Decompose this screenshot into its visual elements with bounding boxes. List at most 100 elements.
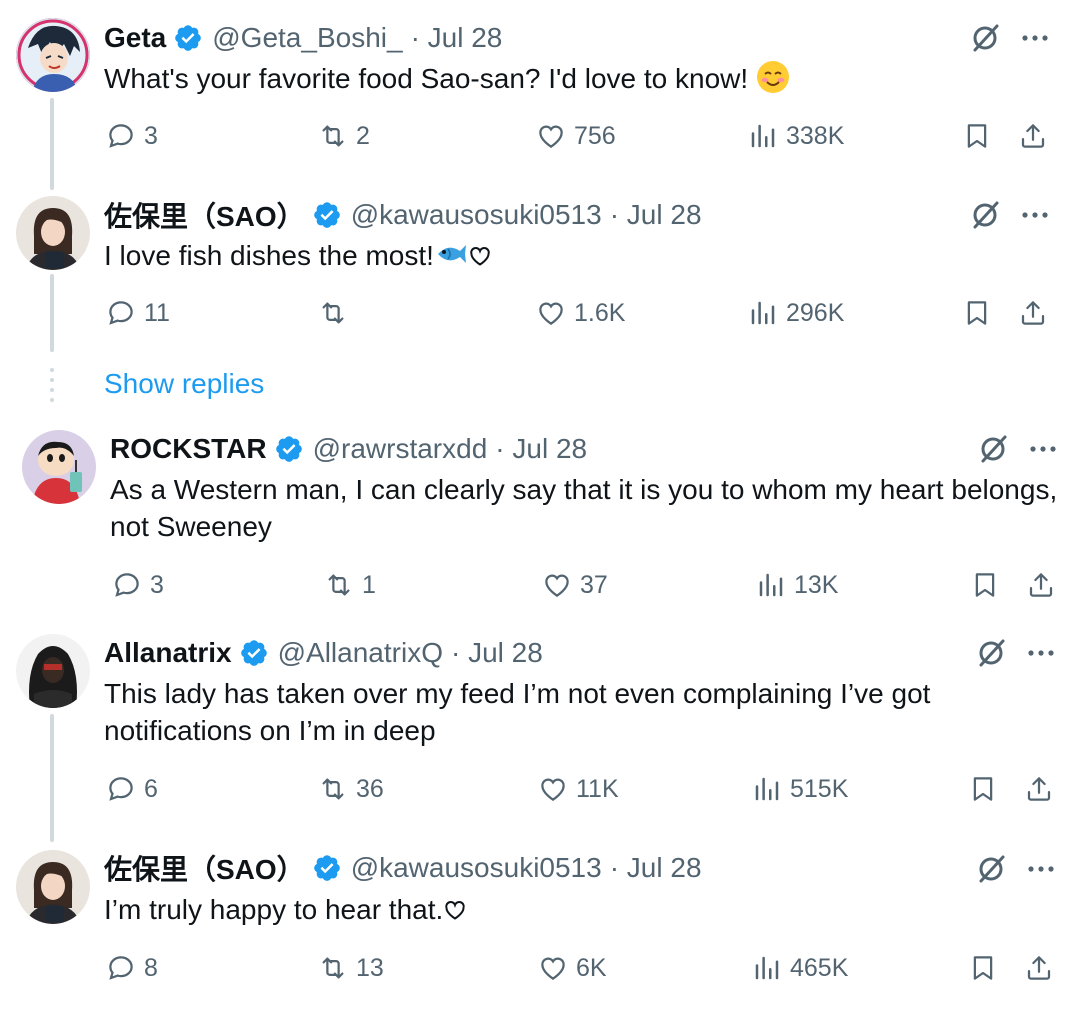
reply-icon (109, 777, 133, 801)
repost-button[interactable]: 13 (318, 951, 384, 985)
repost-button[interactable]: 1 (324, 568, 376, 602)
views-button[interactable]: 465K (752, 951, 848, 985)
tweet-text: What's your favorite food Sao-san? I'd l… (104, 60, 790, 97)
avatar[interactable] (16, 196, 90, 270)
handle[interactable]: @rawrstarxdd (313, 433, 488, 465)
display-name[interactable]: ROCKSTAR (110, 433, 267, 465)
avatar-image (16, 18, 90, 92)
view-count: 13K (794, 570, 839, 599)
like-button[interactable]: 11K (538, 772, 619, 806)
timestamp[interactable]: · Jul 28 (610, 852, 702, 884)
timestamp[interactable]: · Jul 28 (610, 199, 702, 231)
views-button[interactable]: 515K (752, 772, 848, 806)
share-icon[interactable] (1024, 774, 1054, 804)
display-name[interactable]: 佐保里（SAO） (104, 848, 305, 888)
reply-button[interactable]: 6 (106, 772, 158, 806)
display-name[interactable]: Allanatrix (104, 637, 232, 669)
avatar-image (16, 850, 90, 924)
reply-count: 11 (144, 298, 170, 327)
bookmark-icon[interactable] (970, 570, 1000, 600)
tweet-text: As a Western man, I can clearly say that… (110, 471, 1070, 545)
share-icon[interactable] (1026, 570, 1056, 600)
share-icon[interactable] (1024, 953, 1054, 983)
bookmark-icon[interactable] (968, 953, 998, 983)
verified-badge-icon (240, 640, 267, 666)
more-options-icon[interactable] (1024, 636, 1058, 670)
more-options-icon[interactable] (1026, 432, 1060, 466)
heart-outline-icon (470, 247, 490, 266)
avatar[interactable] (16, 634, 90, 708)
tweet-text-line: notifications on I’m in deep (104, 715, 436, 746)
avatar[interactable] (16, 850, 90, 924)
more-options-icon[interactable] (1024, 852, 1058, 886)
smiling-face-emoji (756, 61, 789, 93)
bookmark-icon[interactable] (968, 774, 998, 804)
verified-badge-icon (275, 436, 302, 462)
like-count: 1.6K (574, 298, 626, 327)
display-name[interactable]: 佐保里（SAO） (104, 195, 305, 235)
display-name[interactable]: Geta (104, 22, 166, 54)
like-button[interactable]: 1.6K (536, 296, 625, 330)
timestamp[interactable]: · Jul 28 (411, 22, 503, 54)
views-button[interactable]: 338K (748, 119, 844, 153)
repost-button[interactable]: 36 (318, 772, 384, 806)
avatar[interactable] (16, 18, 90, 92)
like-button[interactable]: 756 (536, 119, 616, 153)
avatar[interactable] (22, 430, 96, 504)
like-button[interactable]: 37 (542, 568, 608, 602)
timestamp[interactable]: · Jul 28 (451, 637, 543, 669)
grok-icon[interactable] (974, 852, 1008, 886)
reply-button[interactable]: 3 (112, 568, 164, 602)
bookmark-icon[interactable] (962, 298, 992, 328)
thread-line (50, 714, 54, 842)
repost-icon (322, 957, 344, 979)
like-count: 37 (580, 570, 608, 599)
views-icon (751, 124, 775, 148)
views-button[interactable]: 13K (756, 568, 838, 602)
like-count: 11K (576, 774, 619, 803)
repost-count: 2 (356, 121, 370, 150)
fish-emoji (437, 245, 466, 263)
heart-icon (539, 125, 563, 148)
bookmark-icon[interactable] (962, 121, 992, 151)
repost-count: 13 (356, 953, 384, 982)
repost-icon (322, 778, 344, 800)
reply-icon (109, 301, 133, 325)
grok-icon[interactable] (968, 198, 1002, 232)
verified-badge-icon (313, 202, 340, 228)
reply-button[interactable]: 3 (106, 119, 158, 153)
handle[interactable]: @Geta_Boshi_ (212, 22, 402, 54)
reply-icon (109, 956, 133, 980)
like-button[interactable]: 6K (538, 951, 607, 985)
view-count: 515K (790, 774, 849, 803)
avatar-image (16, 634, 90, 708)
reply-icon (109, 124, 133, 148)
more-options-icon[interactable] (1018, 21, 1052, 55)
tweet-text-content: What's your favorite food Sao-san? I'd l… (104, 63, 749, 94)
repost-button[interactable] (318, 296, 356, 330)
grok-icon[interactable] (974, 636, 1008, 670)
tweet-text-line: As a Western man, I can clearly say that… (110, 474, 1058, 505)
view-count: 338K (786, 121, 845, 150)
tweet-text: I love fish dishes the most! (104, 237, 492, 274)
handle[interactable]: @AllanatrixQ (278, 637, 443, 669)
reply-button[interactable]: 8 (106, 951, 158, 985)
share-icon[interactable] (1018, 121, 1048, 151)
more-options-icon[interactable] (1018, 198, 1052, 232)
share-icon[interactable] (1018, 298, 1048, 328)
handle[interactable]: @kawausosuki0513 (351, 852, 602, 884)
show-replies-link[interactable]: Show replies (104, 368, 264, 400)
reply-button[interactable]: 11 (106, 296, 170, 330)
view-count: 465K (790, 953, 849, 982)
like-count: 756 (574, 121, 616, 150)
grok-icon[interactable] (968, 21, 1002, 55)
thread-gap-dots (50, 368, 54, 404)
timestamp[interactable]: · Jul 28 (495, 433, 587, 465)
repost-button[interactable]: 2 (318, 119, 370, 153)
handle[interactable]: @kawausosuki0513 (351, 199, 602, 231)
thread-line (50, 98, 54, 190)
tweet-text-line: not Sweeney (110, 511, 272, 542)
grok-icon[interactable] (976, 432, 1010, 466)
views-button[interactable]: 296K (748, 296, 844, 330)
reply-count: 3 (150, 570, 164, 599)
